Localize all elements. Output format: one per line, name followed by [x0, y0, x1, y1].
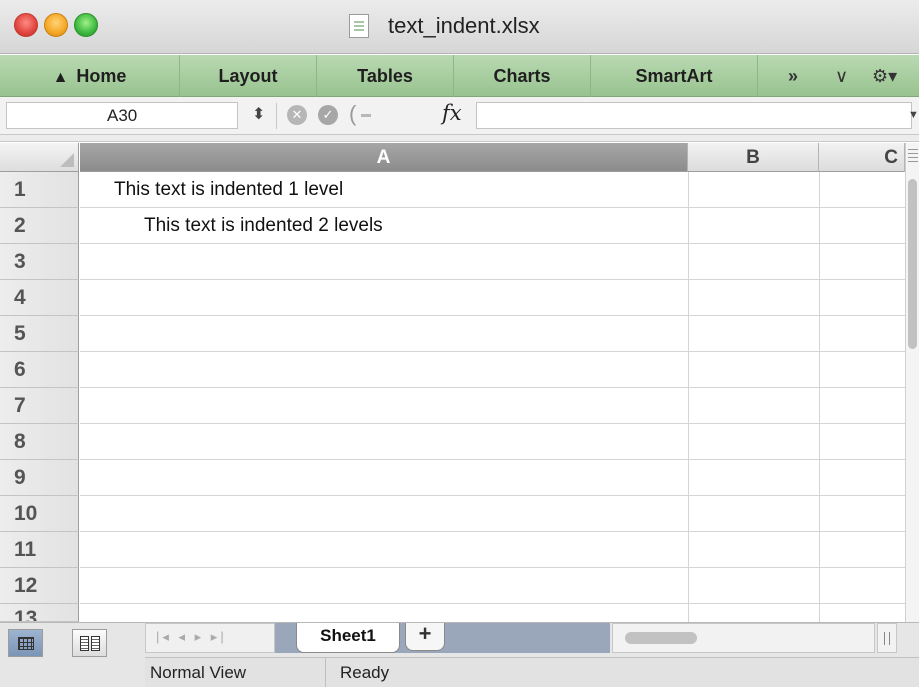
close-window-button[interactable]: [14, 13, 38, 37]
status-state: Ready: [340, 663, 390, 682]
ribbon-settings-button[interactable]: ⚙▾: [872, 55, 897, 97]
row-header[interactable]: 1: [0, 172, 79, 208]
table-row: [80, 388, 905, 424]
document-icon: [349, 14, 369, 38]
minimize-window-button[interactable]: [44, 13, 68, 37]
column-header-c[interactable]: C: [819, 143, 905, 172]
table-row: This text is indented 1 level: [80, 172, 905, 208]
horizontal-scroll-thumb[interactable]: [625, 632, 697, 644]
formula-input[interactable]: [476, 102, 912, 129]
normal-view-button[interactable]: [8, 629, 43, 657]
tab-smartart[interactable]: SmartArt: [591, 55, 758, 97]
row-header[interactable]: 7: [0, 388, 79, 424]
row-header[interactable]: 6: [0, 352, 79, 388]
normal-view-icon: [18, 637, 34, 650]
ribbon-tab-bar: ▲ Home Layout Tables Charts SmartArt » ∨ …: [0, 55, 919, 97]
table-row: [80, 352, 905, 388]
tab-tables-label: Tables: [357, 66, 413, 86]
table-row: [80, 496, 905, 532]
row-header[interactable]: 5: [0, 316, 79, 352]
table-row: This text is indented 2 levels: [80, 208, 905, 244]
sheet-tab-sheet1[interactable]: Sheet1: [296, 623, 400, 653]
row-header[interactable]: 13: [0, 604, 79, 622]
row-header[interactable]: 8: [0, 424, 79, 460]
cancel-formula-icon[interactable]: ✕: [287, 105, 307, 125]
cell-a1[interactable]: This text is indented 1 level: [114, 172, 343, 207]
tab-layout-label: Layout: [218, 66, 278, 86]
zoom-window-button[interactable]: [74, 13, 98, 37]
split-handle-icon[interactable]: [908, 149, 918, 163]
table-row: [80, 316, 905, 352]
row-header[interactable]: 11: [0, 532, 79, 568]
more-tabs-button[interactable]: »: [788, 55, 798, 97]
table-row: [80, 280, 905, 316]
row-header[interactable]: 3: [0, 244, 79, 280]
accept-formula-icon[interactable]: ✓: [318, 105, 338, 125]
horizontal-scrollbar[interactable]: [612, 623, 875, 653]
table-row: [80, 568, 905, 604]
status-separator: [325, 658, 326, 687]
row-header[interactable]: 2: [0, 208, 79, 244]
select-all-corner[interactable]: [0, 143, 79, 172]
insert-function-paren-icon[interactable]: (: [349, 101, 373, 127]
table-row: [80, 460, 905, 496]
column-divider: [819, 172, 820, 622]
table-row: [80, 532, 905, 568]
column-header-b[interactable]: B: [688, 143, 819, 172]
name-box-stepper-icon[interactable]: ⬍: [252, 104, 265, 124]
page-layout-icon: [80, 636, 100, 651]
tab-smartart-label: SmartArt: [635, 66, 713, 86]
formula-bar-divider: [0, 135, 919, 142]
status-view-mode: Normal View: [150, 663, 247, 682]
cell-a2[interactable]: This text is indented 2 levels: [144, 208, 383, 243]
row-header[interactable]: 10: [0, 496, 79, 532]
vertical-scrollbar[interactable]: [905, 143, 919, 622]
vertical-scroll-thumb[interactable]: [908, 179, 917, 349]
home-icon: ▲: [52, 69, 69, 86]
tab-home-label: Home: [76, 66, 127, 86]
table-row: [80, 244, 905, 280]
row-header[interactable]: 4: [0, 280, 79, 316]
fx-icon[interactable]: fx: [442, 101, 462, 125]
row-header[interactable]: 12: [0, 568, 79, 604]
tab-layout[interactable]: Layout: [180, 55, 317, 97]
table-row: [80, 424, 905, 460]
add-sheet-button[interactable]: +: [405, 623, 445, 651]
column-divider: [688, 172, 689, 622]
formula-separator: [276, 103, 277, 129]
tab-tables[interactable]: Tables: [317, 55, 454, 97]
page-layout-view-button[interactable]: [72, 629, 107, 657]
tab-home[interactable]: ▲ Home: [0, 55, 180, 97]
row-header[interactable]: 9: [0, 460, 79, 496]
tab-charts-label: Charts: [493, 66, 551, 86]
status-bar: Normal View Ready: [145, 657, 919, 687]
tab-charts[interactable]: Charts: [454, 55, 591, 97]
horizontal-split-handle-icon[interactable]: [877, 623, 897, 653]
column-header-a[interactable]: A: [80, 143, 688, 172]
sheet-navigation-arrows[interactable]: |◂ ◂ ▸ ▸|: [145, 623, 275, 653]
formula-expand-icon[interactable]: ▼: [908, 109, 919, 121]
window-title: text_indent.xlsx: [388, 13, 540, 38]
name-box[interactable]: A30: [6, 102, 238, 129]
formula-bar: A30 ⬍ ✕ ✓ ( fx ▼: [0, 97, 919, 135]
title-bar: text_indent.xlsx: [0, 0, 919, 54]
collapse-ribbon-button[interactable]: ∨: [835, 55, 848, 97]
